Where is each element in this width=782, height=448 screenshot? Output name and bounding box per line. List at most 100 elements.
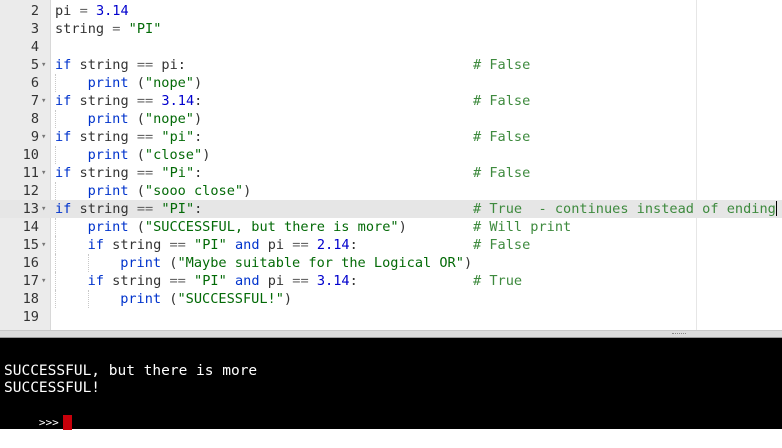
- code-text: if string == pi:: [55, 56, 186, 74]
- code-line[interactable]: 5 ▾ if string == pi: # False: [0, 56, 782, 74]
- code-token: print: [87, 147, 129, 163]
- code-token: (: [128, 111, 145, 127]
- code-token: pi:: [153, 57, 186, 73]
- panel-splitter[interactable]: [0, 330, 782, 338]
- code-token: "Pi": [161, 165, 195, 181]
- code-token: "pi": [161, 129, 195, 145]
- console-output-line: SUCCESSFUL!: [4, 380, 101, 396]
- splitter-grip-icon[interactable]: [672, 333, 686, 337]
- code-token: print: [87, 183, 129, 199]
- code-token: ): [243, 183, 252, 199]
- code-token: ==: [292, 273, 309, 289]
- code-token: if: [55, 165, 72, 181]
- code-token: "SUCCESSFUL!": [177, 291, 284, 307]
- fold-arrow-icon[interactable]: ▾: [41, 200, 50, 218]
- line-number: 14: [22, 219, 39, 235]
- code-token: ): [463, 255, 473, 271]
- code-token: string: [71, 93, 137, 109]
- code-token: =: [79, 3, 88, 19]
- line-number: 7: [30, 93, 39, 109]
- code-line[interactable]: 15 ▾ if string == "PI" and pi == 2.14: # Fa…: [0, 236, 782, 254]
- code-text: print ("SUCCESSFUL, but there is more"): [88, 218, 407, 236]
- line-number: 6: [30, 75, 39, 91]
- code-comment: # False: [473, 129, 531, 145]
- indent-guide: [87, 254, 89, 272]
- code-line[interactable]: 13 ▾ if string == "PI": # True - continues …: [0, 200, 782, 218]
- code-line[interactable]: 8 print ("nope"): [0, 110, 782, 128]
- code-comment: # False: [473, 165, 531, 181]
- code-token: :: [349, 237, 358, 253]
- indent-guide: [55, 182, 56, 200]
- code-line[interactable]: 4: [0, 38, 782, 56]
- code-token: and: [234, 273, 260, 289]
- code-token: string: [71, 165, 137, 181]
- code-line[interactable]: 18 print ("SUCCESSFUL!"): [0, 290, 782, 308]
- code-token: "PI": [128, 21, 162, 37]
- code-token: "nope": [144, 75, 194, 91]
- code-token: ): [194, 111, 203, 127]
- code-token: string: [103, 273, 170, 289]
- fold-arrow-icon[interactable]: ▾: [41, 164, 50, 182]
- code-token: ==: [136, 93, 154, 109]
- code-line[interactable]: 19: [0, 308, 782, 326]
- code-token: 3.14: [161, 93, 195, 109]
- fold-arrow-icon[interactable]: ▾: [41, 128, 50, 146]
- output-console[interactable]: SUCCESSFUL, but there is more SUCCESSFUL…: [0, 338, 782, 430]
- code-line[interactable]: 17 ▾ if string == "PI" and pi == 3.14: # Tr…: [0, 272, 782, 290]
- fold-arrow-icon[interactable]: ▾: [41, 236, 50, 254]
- code-line[interactable]: 9 ▾ if string == "pi": # False: [0, 128, 782, 146]
- code-line[interactable]: 6 print ("nope"): [0, 74, 782, 92]
- indent-guide: [55, 254, 56, 272]
- indent-guide: [87, 290, 89, 308]
- code-token: ==: [136, 165, 154, 181]
- code-token: print: [87, 75, 129, 91]
- code-line[interactable]: 14 print ("SUCCESSFUL, but there is more"…: [0, 218, 782, 236]
- fold-arrow-icon[interactable]: ▾: [41, 272, 50, 290]
- code-editor[interactable]: 2 pi = 3.14 3 string = "PI" 4 5 ▾ if string == …: [0, 0, 782, 330]
- code-text: print ("close"): [88, 146, 211, 164]
- indent-guide: [55, 110, 56, 128]
- code-token: print: [120, 291, 162, 307]
- indent-guide: [55, 236, 56, 254]
- line-number: 15: [22, 237, 39, 253]
- code-token: if: [87, 273, 104, 289]
- code-token: (: [128, 219, 145, 235]
- code-token: string: [71, 57, 137, 73]
- line-number: 2: [30, 3, 39, 19]
- code-token: (: [128, 75, 145, 91]
- code-line[interactable]: 16 print ("Maybe suitable for the Logical…: [0, 254, 782, 272]
- line-number: 8: [30, 111, 39, 127]
- code-text: if string == 3.14:: [55, 92, 202, 110]
- line-number: 9: [30, 129, 39, 145]
- code-token: print: [87, 219, 129, 235]
- code-token: ): [194, 75, 203, 91]
- indent-guide: [55, 272, 56, 290]
- console-prompt-line[interactable]: >>>: [4, 397, 72, 448]
- code-line[interactable]: 7 ▾ if string == 3.14: # False: [0, 92, 782, 110]
- code-token: ==: [292, 237, 309, 253]
- code-token: 3.14: [95, 3, 129, 19]
- code-token: :: [194, 201, 203, 217]
- line-number: 5: [30, 57, 39, 73]
- fold-arrow-icon[interactable]: ▾: [41, 56, 50, 74]
- fold-arrow-icon[interactable]: ▾: [41, 92, 50, 110]
- line-number: 18: [22, 291, 39, 307]
- code-line[interactable]: 3 string = "PI": [0, 20, 782, 38]
- code-token: "nope": [144, 111, 194, 127]
- code-token: string: [55, 21, 113, 37]
- line-number: 19: [22, 309, 39, 325]
- code-token: :: [194, 129, 203, 145]
- code-token: ): [202, 147, 211, 163]
- code-line[interactable]: 2 pi = 3.14: [0, 2, 782, 20]
- code-line[interactable]: 10 print ("close"): [0, 146, 782, 164]
- code-comment: # False: [473, 57, 531, 73]
- code-line[interactable]: 11 ▾ if string == "Pi": # False: [0, 164, 782, 182]
- code-line[interactable]: 12 print ("sooo close"): [0, 182, 782, 200]
- code-token: 2.14: [316, 237, 350, 253]
